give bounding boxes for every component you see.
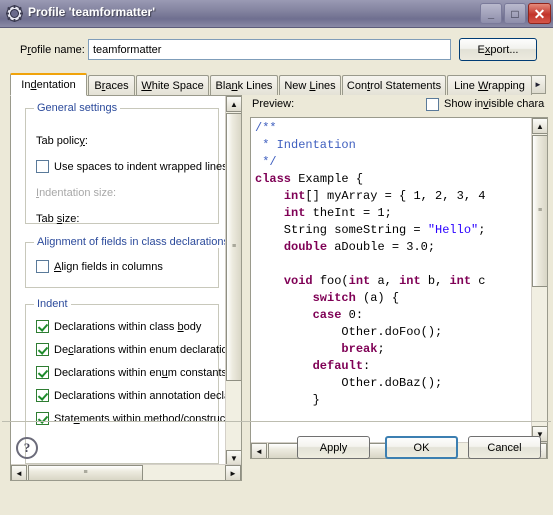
maximize-button[interactable]: □ [504, 3, 526, 24]
grip-icon: ≡ [231, 243, 237, 250]
tab-label: New Lines [284, 79, 336, 92]
setting-checkbox-label: Declarations within enum constants [54, 367, 227, 379]
settings-scroll-up-button[interactable]: ▲ [226, 96, 241, 112]
preview-label: Preview: [252, 98, 295, 110]
tab-label: White Space [141, 79, 204, 92]
maximize-icon: □ [511, 6, 519, 21]
dialog-body: Profile name: Export... ◄ ► IndentationB… [2, 29, 551, 513]
gear-icon [6, 5, 23, 22]
caret-up-icon: ▲ [536, 121, 544, 131]
settings-scroll-content: General settings Tab policy: Use spaces to… [11, 96, 227, 466]
setting-checkbox[interactable] [36, 160, 49, 173]
setting-label: Tab size: [36, 213, 80, 225]
setting-checkbox[interactable] [36, 320, 49, 333]
tab-line-wrapping[interactable]: Line Wrapping [447, 75, 532, 95]
help-glyph: ? [23, 440, 31, 455]
tab-new-lines[interactable]: New Lines [279, 75, 341, 95]
profile-name-input[interactable] [88, 39, 451, 60]
help-icon[interactable]: ? [16, 437, 38, 459]
setting-checkbox-label: Declarations within enum declaration [54, 344, 227, 356]
group-title: General settings [34, 102, 121, 114]
group-title: Alignment of fields in class declaration… [34, 236, 227, 248]
window-title: Profile 'teamformatter' [28, 5, 156, 19]
group-alignment-of-fields-in-class-declarations: Alignment of fields in class declaration… [25, 236, 227, 288]
tab-scroll-right-button[interactable]: ► [530, 75, 546, 94]
grip-icon: ≡ [537, 207, 543, 214]
tab-control-statements[interactable]: Control Statements [342, 75, 446, 95]
tab-indentation[interactable]: Indentation [10, 73, 87, 96]
setting-checkbox-label: Use spaces to indent wrapped lines [54, 161, 227, 173]
setting-checkbox-label: Align fields in columns [54, 261, 163, 273]
tab-braces[interactable]: Braces [88, 75, 135, 95]
code-preview-text: /** * Indentation */ class Example { int… [255, 121, 486, 407]
show-invisible-characters-label: Show invisible chara [444, 98, 545, 110]
dialog-footer: ? Apply OK Cancel [2, 421, 551, 511]
title-bar: Profile 'teamformatter' _ □ ✕ [0, 0, 553, 28]
show-invisible-characters-checkbox[interactable] [426, 98, 439, 111]
tab-label: Indentation [21, 79, 76, 91]
group-title: Indent [34, 298, 71, 310]
setting-label: Tab policy: [36, 135, 88, 147]
tab-label: Blank Lines [215, 79, 273, 92]
close-button[interactable]: ✕ [528, 3, 551, 24]
profile-name-row: Profile name: Export... [2, 38, 551, 63]
footer-divider [2, 421, 551, 422]
export-button[interactable]: Export... [459, 38, 537, 61]
settings-scrollbar-thumb[interactable]: ≡ [226, 113, 241, 381]
group-general-settings: General settings Tab policy: Use spaces to… [25, 102, 227, 225]
tab-blank-lines[interactable]: Blank Lines [210, 75, 278, 95]
minimize-button[interactable]: _ [480, 3, 502, 24]
minimize-icon: _ [487, 8, 495, 20]
tab-white-space[interactable]: White Space [136, 75, 209, 95]
settings-vertical-scrollbar[interactable]: ▲ ≡ ▼ [225, 96, 241, 466]
tab-label: Control Statements [346, 79, 442, 92]
cancel-button[interactable]: Cancel [468, 436, 541, 459]
tab-content: General settings Tab policy: Use spaces to… [10, 95, 548, 481]
setting-checkbox[interactable] [36, 260, 49, 273]
tab-label: Line Wrapping [454, 79, 525, 92]
code-preview-area[interactable]: /** * Indentation */ class Example { int… [250, 117, 548, 459]
caret-up-icon: ▲ [230, 99, 238, 109]
ok-button[interactable]: OK [385, 436, 458, 459]
preview-scrollbar-thumb[interactable]: ≡ [532, 135, 547, 287]
close-icon: ✕ [533, 5, 546, 22]
setting-checkbox-label: Declarations within annotation declar [54, 390, 227, 402]
tab-label: Braces [94, 79, 129, 92]
tab-bar: ◄ ► IndentationBracesWhite SpaceBlank Li… [10, 73, 548, 96]
setting-checkbox[interactable] [36, 366, 49, 379]
apply-button[interactable]: Apply [297, 436, 370, 459]
profile-name-label: Profile name: [20, 44, 85, 56]
setting-checkbox-label: Declarations within class body [54, 321, 202, 333]
setting-label: Indentation size: [36, 187, 117, 199]
preview-vertical-scrollbar[interactable]: ▲ ≡ ▼ [531, 118, 547, 442]
preview-scroll-up-button[interactable]: ▲ [532, 118, 547, 134]
setting-checkbox[interactable] [36, 343, 49, 356]
profile-dialog-window: Profile 'teamformatter' _ □ ✕ Profile na… [0, 0, 553, 515]
chevron-right-icon: ► [534, 80, 542, 89]
setting-checkbox[interactable] [36, 389, 49, 402]
